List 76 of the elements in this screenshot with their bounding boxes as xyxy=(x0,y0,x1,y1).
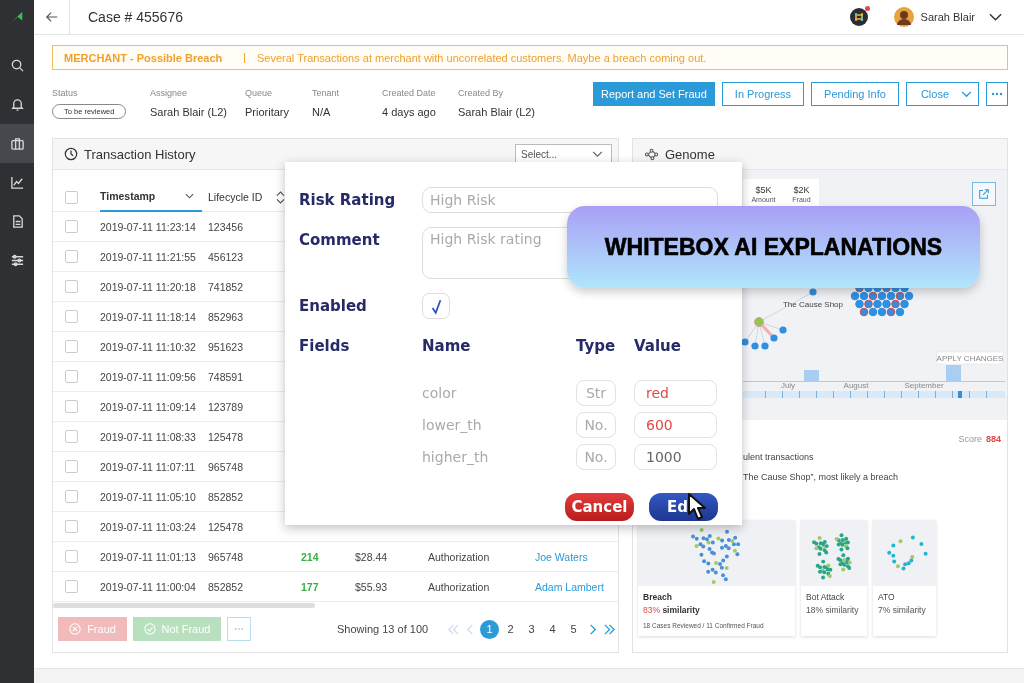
field-label: Risk Rating xyxy=(299,190,397,211)
card-title: Breach xyxy=(643,592,672,602)
column-header: Value xyxy=(634,336,681,357)
table-cell-text: 125478 xyxy=(208,430,245,443)
field-value: Prioritary xyxy=(245,106,289,118)
table-cell-text: 2019-07-11 11:20:18 xyxy=(100,280,197,293)
field-label: Created Date xyxy=(382,88,436,98)
param-name: lower_th xyxy=(422,417,483,433)
stat-value: $5K xyxy=(755,185,772,195)
finding-text: The Cause Shop”, most likely a breach xyxy=(743,471,900,484)
param-name: higher_th xyxy=(422,449,490,465)
panel-title: Genome xyxy=(665,146,715,162)
table-cell-text: 2019-07-11 11:07:11 xyxy=(100,460,197,473)
card-title: ATO xyxy=(878,592,895,602)
field-value: Sarah Blair (L2) xyxy=(150,106,228,118)
field-value: N/A xyxy=(312,106,331,118)
table-cell-text: 123789 xyxy=(208,400,245,413)
table-cell-text: 2019-07-11 11:01:13 xyxy=(100,550,197,563)
param-name: color xyxy=(422,385,458,401)
field-value: 4 days ago xyxy=(382,106,436,118)
similarity-text: 83% similarity xyxy=(643,605,700,615)
table-cell-text: 177 xyxy=(301,580,320,593)
axis-label: July xyxy=(780,381,796,390)
score-value: 884 xyxy=(985,434,1001,444)
field-label: Assignee xyxy=(150,88,188,98)
table-cell-text: 123456 xyxy=(208,220,245,233)
field-value: Sarah Blair (L2) xyxy=(458,106,536,118)
node-label: The Cause Shop xyxy=(783,300,843,309)
table-cell-text: 852852 xyxy=(208,490,245,503)
field-label: Enabled xyxy=(299,296,368,317)
table-cell-text: 2019-07-11 11:05:10 xyxy=(100,490,197,503)
case-title: Case # 455676 xyxy=(88,9,183,25)
table-cell-text: 741852 xyxy=(208,280,245,293)
table-cell-text: 2019-07-11 11:10:32 xyxy=(100,340,197,353)
banner-text: WHITEBOX AI EXPLANATIONS xyxy=(604,233,943,261)
stat-value: $2K xyxy=(793,185,810,195)
table-cell-text: 2019-07-11 11:00:04 xyxy=(100,580,197,593)
table-cell-text: 125478 xyxy=(208,520,245,533)
axis-label: August xyxy=(843,381,869,390)
table-cell-text: 2019-07-11 11:18:14 xyxy=(100,310,197,323)
table-cell-text: 852852 xyxy=(208,580,245,593)
table-cell-text: 965748 xyxy=(208,550,245,563)
table-cell-text: Authorization xyxy=(428,580,491,593)
table-cell-text: $55.93 xyxy=(355,580,389,593)
finding-text: ulent transactions xyxy=(743,451,815,464)
field-label: Fields xyxy=(299,336,351,357)
table-cell-text: Authorization xyxy=(428,550,491,563)
similarity-text: 7% similarity xyxy=(878,605,926,615)
field-label: Comment xyxy=(299,230,381,251)
similarity-text: 18% similarity xyxy=(806,605,859,615)
table-cell-text: 852963 xyxy=(208,310,245,323)
panel-title: Transaction History xyxy=(84,146,196,162)
table-cell-text: 748591 xyxy=(208,370,245,383)
table-cell-text: 2019-07-11 11:23:14 xyxy=(100,220,197,233)
column-header: Name xyxy=(422,336,472,357)
table-cell-text: 2019-07-11 11:09:56 xyxy=(100,370,197,383)
table-cell-text: 2019-07-11 11:08:33 xyxy=(100,430,197,443)
table-cell-text: 2019-07-11 11:21:55 xyxy=(100,250,197,263)
column-header: Type xyxy=(576,336,617,357)
table-cell-text: 965748 xyxy=(208,460,245,473)
axis-label: September xyxy=(904,381,944,390)
table-cell-text: 214 xyxy=(301,550,320,563)
alert-title: MERCHANT - Possible Breach xyxy=(64,51,224,64)
table-cell-text: 951623 xyxy=(208,340,245,353)
result-count: Showing 13 of 100 xyxy=(337,623,429,635)
field-label: Tenant xyxy=(312,88,340,98)
table-cell-text: $28.44 xyxy=(355,550,389,563)
alert-message: Several Transactions at merchant with uncorrelated customers. Maybe a breach coming out. xyxy=(257,51,707,64)
field-label: Status xyxy=(52,88,78,98)
card-title: Bot Attack xyxy=(806,592,845,602)
field-label: Queue xyxy=(245,88,273,98)
table-cell-text: 2019-07-11 11:03:24 xyxy=(100,520,197,533)
score-label: Score xyxy=(958,434,982,444)
table-cell-text: 456123 xyxy=(208,250,245,263)
table-cell-text: 2019-07-11 11:09:14 xyxy=(100,400,197,413)
field-label: Created By xyxy=(458,88,504,98)
